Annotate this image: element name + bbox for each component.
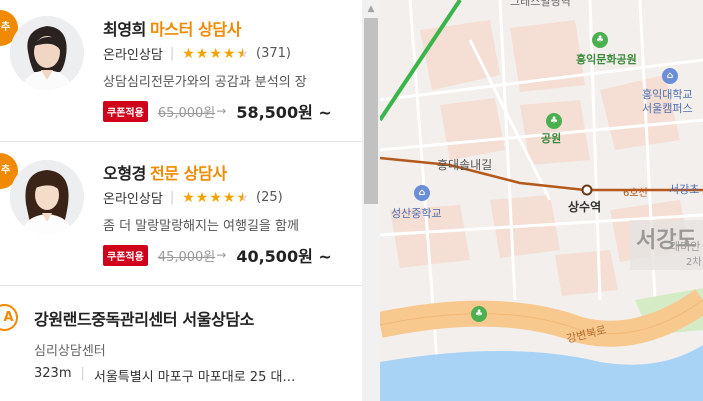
counselor-grade: 마스터 상담사 xyxy=(149,20,242,39)
counselor-card[interactable]: 추천 최영희 마스터 상담사 온라인상담 | ★ ★ ★ ★ ★ (371) 상담심리전문… xyxy=(0,0,362,142)
arrow-icon: → xyxy=(216,248,227,262)
divider: | xyxy=(169,46,175,61)
scroll-thumb[interactable] xyxy=(364,18,378,204)
price-row: 쿠폰적용 45,000원 → 40,500원 ~ xyxy=(103,243,332,267)
divider: | xyxy=(169,190,175,205)
coupon-badge: 쿠폰적용 xyxy=(103,100,148,122)
counselor-name-row: 오형경 전문 상담사 xyxy=(103,160,227,184)
marker-a-icon: A xyxy=(0,304,18,331)
map-label: 서강초 xyxy=(669,183,700,196)
counselor-description: 상담심리전문가와의 공감과 분석의 장 xyxy=(103,75,307,90)
price-row: 쿠폰적용 65,000원 → 58,500원 ~ xyxy=(103,99,332,123)
counselor-card[interactable]: 추천 오형경 전문 상담사 온라인상담 | ★ ★ ★ ★ ★ (25) 좀 더 말랑말랑… xyxy=(0,142,362,286)
review-count: (371) xyxy=(256,46,291,61)
sale-price: 40,500원 ~ xyxy=(236,247,332,266)
counselor-name-row: 최영희 마스터 상담사 xyxy=(103,16,241,40)
park-icon: ♣ xyxy=(546,113,562,129)
avatar xyxy=(10,16,84,90)
center-distance: 323m xyxy=(34,366,72,381)
map-label: 서울캠퍼스 xyxy=(642,102,693,115)
scroll-up-arrow-icon[interactable]: ▲ xyxy=(362,0,380,18)
park-icon: ♣ xyxy=(471,306,487,322)
school-icon: ⌂ xyxy=(662,68,678,84)
center-address: 서울특별시 마포구 마포대로 25 대… xyxy=(93,370,296,385)
list-scrollbar[interactable]: ▲ xyxy=(362,0,380,401)
map-label: 홍익문화공원 xyxy=(576,53,637,66)
rating-stars-icon: ★ ★ ★ ★ ★ xyxy=(182,189,251,206)
counselor-name: 최영희 xyxy=(103,20,146,39)
map-label: 공원 xyxy=(541,132,562,145)
map-label: 그레스빌딩역 xyxy=(510,0,571,8)
center-info: 323m | 서울특별시 마포구 마포대로 25 대… xyxy=(34,366,295,385)
counselor-list: 추천 최영희 마스터 상담사 온라인상담 | ★ ★ ★ ★ ★ (371) 상담심리전문… xyxy=(0,0,362,401)
review-count: (25) xyxy=(256,190,283,205)
avatar xyxy=(10,160,84,234)
original-price: 65,000원 xyxy=(157,105,216,121)
map-label: 래미안 xyxy=(670,240,701,253)
center-list-item[interactable]: A 강원랜드중독관리센터 서울상담소 심리상담센터 323m | 서울특별시 마… xyxy=(0,287,362,401)
coupon-badge: 쿠폰적용 xyxy=(103,244,148,266)
park-icon: ♣ xyxy=(592,32,608,48)
consult-type-row: 온라인상담 | ★ ★ ★ ★ ★ (371) xyxy=(103,44,291,64)
map-label: 2차 xyxy=(686,257,702,268)
map[interactable]: 그레스빌딩역 ♣ 홍익문화공원 ⌂ 홍익대학교 서울캠퍼스 ♣ 공원 홍대솔내길… xyxy=(380,0,703,401)
center-title[interactable]: 강원랜드중독관리센터 서울상담소 xyxy=(34,306,254,330)
consult-type: 온라인상담 xyxy=(103,192,163,207)
divider: | xyxy=(80,366,85,381)
map-base xyxy=(380,0,703,401)
arrow-icon: → xyxy=(216,104,227,118)
map-label: 성산중학교 xyxy=(391,207,442,220)
sale-price: 58,500원 ~ xyxy=(236,103,332,122)
counselor-name: 오형경 xyxy=(103,164,146,183)
school-icon: ⌂ xyxy=(414,185,430,201)
counselor-grade: 전문 상담사 xyxy=(149,164,227,183)
map-label: 상수역 xyxy=(568,200,602,214)
map-label: 6호선 xyxy=(623,188,648,199)
counselor-description: 좀 더 말랑말랑해지는 여행길을 함께 xyxy=(103,219,299,234)
consult-type-row: 온라인상담 | ★ ★ ★ ★ ★ (25) xyxy=(103,188,283,208)
consult-type: 온라인상담 xyxy=(103,48,163,63)
original-price: 45,000원 xyxy=(157,249,216,265)
map-label: 홍대솔내길 xyxy=(437,158,493,172)
center-category: 심리상담센터 xyxy=(34,344,106,359)
rating-stars-icon: ★ ★ ★ ★ ★ xyxy=(182,45,251,62)
